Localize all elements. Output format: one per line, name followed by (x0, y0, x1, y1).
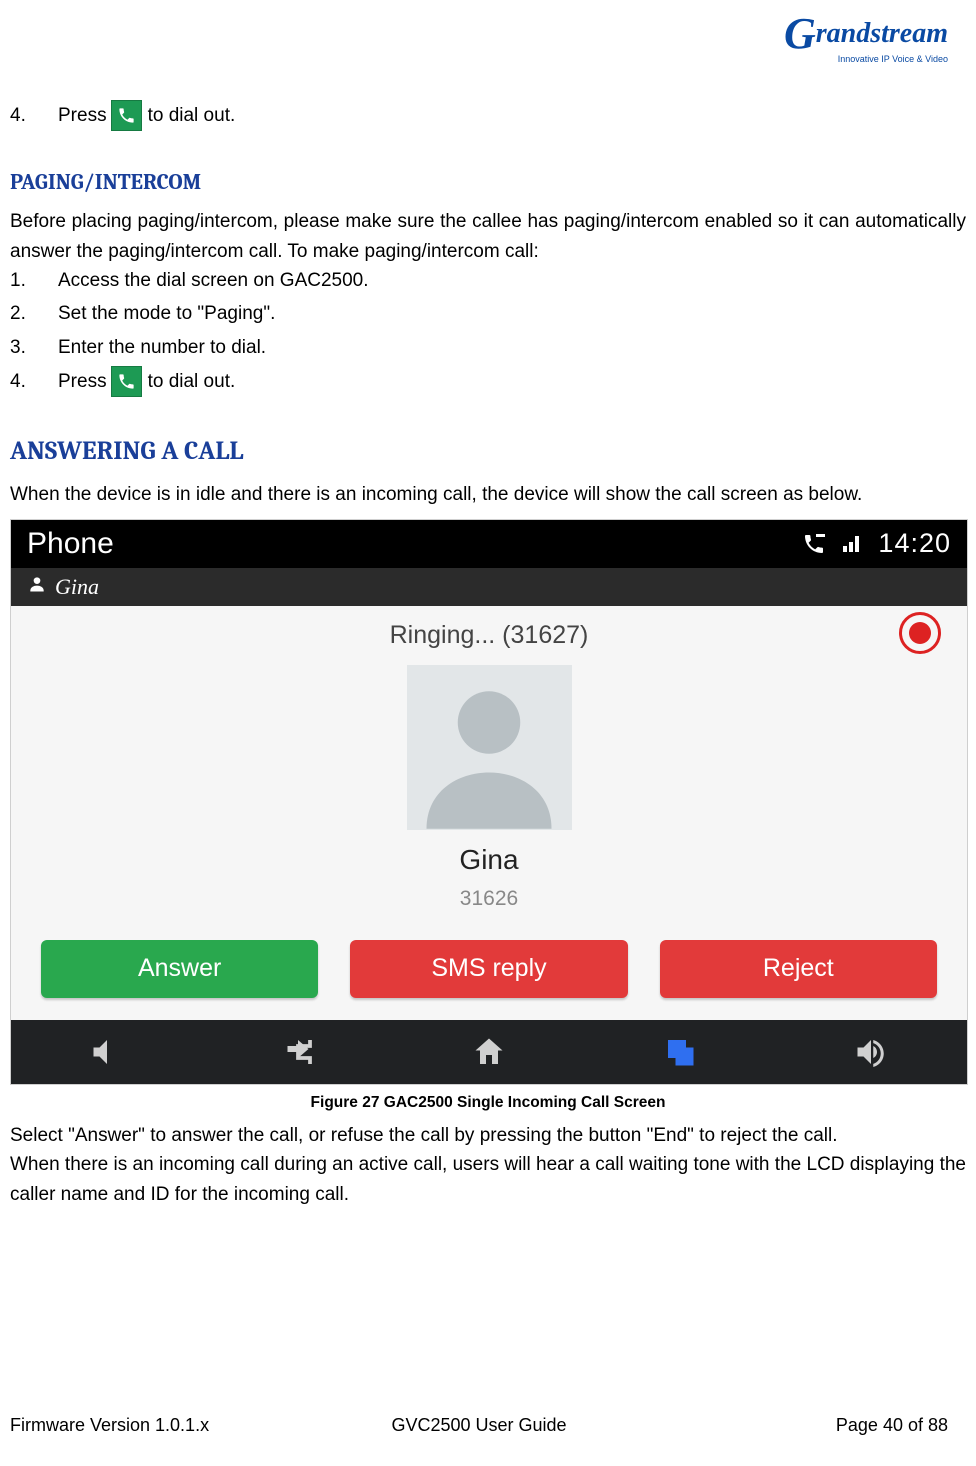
paging-step-2: 2. Set the mode to "Paging". (10, 299, 966, 328)
footer-page-number: Page 40 of 88 (635, 1415, 948, 1436)
account-icon (27, 570, 47, 604)
step-text-post: to dial out. (148, 101, 236, 130)
dial-icon (111, 366, 142, 397)
volume-down-button[interactable] (11, 1020, 202, 1084)
dial-icon (111, 100, 142, 131)
caller-number: 31626 (11, 883, 967, 916)
step-number: 2. (10, 299, 58, 328)
brand-logo-text: GGrandstreamrandstream (784, 18, 948, 49)
paging-intro: Before placing paging/intercom, please m… (10, 207, 966, 266)
step-number: 4. (10, 367, 58, 396)
ringing-label: Ringing... (31627) (11, 616, 967, 655)
paging-step-1: 1. Access the dial screen on GAC2500. (10, 266, 966, 295)
step-number: 1. (10, 266, 58, 295)
answering-intro: When the device is in idle and there is … (10, 480, 966, 509)
footer-firmware: Firmware Version 1.0.1.x (10, 1415, 323, 1436)
clock-time: 14:20 (878, 523, 951, 565)
answering-para-2: When there is an incoming call during an… (10, 1150, 966, 1209)
home-button[interactable] (393, 1020, 584, 1084)
handset-minus-icon (802, 532, 826, 556)
step-text-pre: Press (58, 367, 107, 396)
step-number: 3. (10, 333, 58, 362)
screenshot-navbar (11, 1020, 967, 1084)
incoming-call-screenshot: Phone 14:20 Gina Ringing... (31627) (10, 519, 968, 1085)
step-number: 4. (10, 101, 58, 130)
caller-avatar (407, 665, 572, 830)
back-button[interactable] (202, 1020, 393, 1084)
heading-paging-intercom: PAGING/INTERCOM (10, 165, 966, 199)
step-text: Access the dial screen on GAC2500. (58, 266, 369, 295)
sms-reply-button[interactable]: SMS reply (350, 940, 627, 998)
step-text: Set the mode to "Paging". (58, 299, 275, 328)
page-footer: Firmware Version 1.0.1.x GVC2500 User Gu… (10, 1415, 948, 1436)
figure-caption: Figure 27 GAC2500 Single Incoming Call S… (10, 1091, 966, 1115)
account-bar: Gina (11, 568, 967, 606)
screenshot-statusbar: Phone 14:20 (11, 520, 967, 568)
answering-para-1: Select "Answer" to answer the call, or r… (10, 1121, 966, 1150)
reject-button[interactable]: Reject (660, 940, 937, 998)
signal-icon (840, 532, 864, 556)
step-text-pre: Press (58, 101, 107, 130)
caller-name: Gina (11, 838, 967, 881)
footer-doc-title: GVC2500 User Guide (323, 1415, 636, 1436)
call-area: Ringing... (31627) Gina 31626 Answer SMS… (11, 606, 967, 1020)
app-title: Phone (27, 521, 788, 568)
paging-step-4: 4. Press to dial out. (10, 366, 966, 397)
paging-step-3: 3. Enter the number to dial. (10, 333, 966, 362)
heading-answering-a-call: ANSWERING A CALL (10, 431, 966, 471)
volume-up-button[interactable] (776, 1020, 967, 1084)
prev-step-4: 4. Press to dial out. (10, 100, 966, 131)
step-text: Enter the number to dial. (58, 333, 266, 362)
account-name: Gina (55, 570, 99, 604)
record-indicator-icon (899, 612, 941, 654)
brand-logo: GGrandstreamrandstream Innovative IP Voi… (778, 12, 948, 64)
answer-button[interactable]: Answer (41, 940, 318, 998)
step-text-post: to dial out. (148, 367, 236, 396)
recent-apps-button[interactable] (585, 1020, 776, 1084)
